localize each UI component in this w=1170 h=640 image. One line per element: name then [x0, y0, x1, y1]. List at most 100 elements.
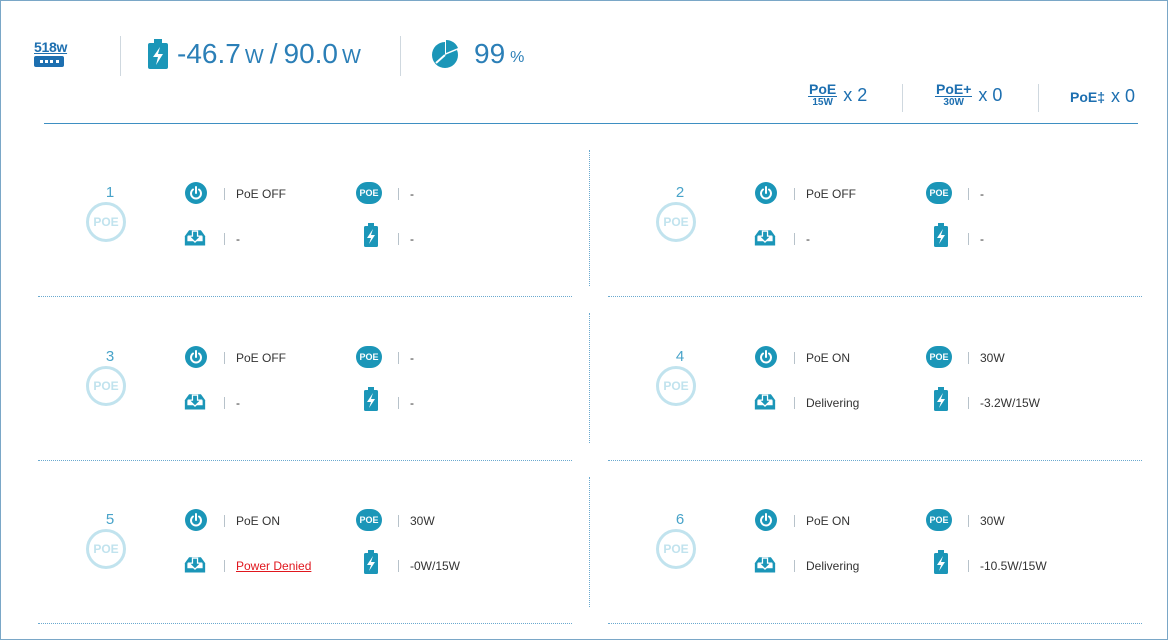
field-separator [968, 352, 969, 364]
poe-icon: POE [356, 346, 382, 368]
port-card[interactable]: 6 POE PoE ON POE 30W Delivering -10.5W/1… [610, 477, 1150, 627]
field-separator [398, 515, 399, 527]
port-card[interactable]: 1 POE PoE OFF POE - - - [40, 150, 580, 300]
field-separator [794, 188, 795, 200]
poe-15w-icon: PoE 15W [808, 81, 838, 108]
field-separator [224, 188, 225, 200]
grid-divider [589, 477, 590, 607]
download-tray-icon [754, 226, 776, 248]
download-tray-icon [754, 553, 776, 575]
port-card[interactable]: 4 POE PoE ON POE 30W Delivering -3.2W/15… [610, 314, 1150, 464]
poe-class: 30W [980, 351, 1005, 365]
power-used: -46.7 [177, 38, 241, 69]
power-icon [185, 182, 207, 204]
header-divider [120, 36, 121, 76]
model-label: 518w [34, 39, 68, 55]
field-separator [968, 397, 969, 409]
port-number: 2 [675, 184, 685, 201]
field-separator [398, 397, 399, 409]
delivery-status: - [236, 232, 240, 246]
poe-class: 30W [410, 514, 435, 528]
battery-bolt-icon [360, 550, 382, 574]
delivery-status: - [236, 396, 240, 410]
power-icon [185, 346, 207, 368]
port-number: 1 [105, 184, 115, 201]
port-card[interactable]: 5 POE PoE ON POE 30W Power Denied -0W/15… [40, 477, 580, 627]
grid-divider [589, 150, 590, 286]
field-separator [398, 352, 399, 364]
delivery-status: Delivering [806, 559, 860, 573]
poe-summary-header: 518w -46.7 W / 90.0 W 99 % PoE 15W x 2 P… [0, 0, 1170, 125]
field-separator [968, 515, 969, 527]
power-draw: -0W/15W [410, 559, 461, 573]
power-budget: 90.0 [283, 38, 339, 69]
download-tray-icon [184, 390, 206, 412]
delivery-status: Delivering [806, 396, 860, 410]
download-tray-icon [184, 226, 206, 248]
legend-poe-count: x 2 [843, 84, 868, 105]
poe-class: - [980, 187, 984, 201]
poe-state: PoE ON [236, 514, 281, 528]
legend-poe: PoE 15W x 2 [808, 82, 867, 108]
port-number: 5 [105, 511, 115, 528]
poe-icon: POE [926, 346, 952, 368]
legend-poe-plus-count: x 0 [978, 84, 1003, 105]
power-draw: - [410, 396, 414, 410]
grid-divider [589, 313, 590, 443]
delivery-status: - [806, 232, 810, 246]
header-divider [902, 84, 903, 112]
port-card[interactable]: 3 POE PoE OFF POE - - - [40, 314, 580, 464]
switch-model: 518w [34, 40, 67, 67]
poe-icon: POE [356, 509, 382, 531]
poe-class: - [410, 351, 414, 365]
field-separator [794, 515, 795, 527]
field-separator [968, 188, 969, 200]
poe-state: PoE OFF [236, 187, 287, 201]
field-separator [794, 560, 795, 572]
power-draw: - [980, 232, 984, 246]
legend-poe-plus: PoE+ 30W x 0 [935, 82, 1002, 108]
power-budget-unit: W [342, 45, 361, 68]
port-card[interactable]: 2 POE PoE OFF POE - - - [610, 150, 1150, 300]
header-divider [400, 36, 401, 76]
power-consumption: -46.7 W / 90.0 W [147, 38, 367, 70]
legend-poe-plus-plus: PoE‡ x 0 [1070, 86, 1135, 107]
poe-state: PoE OFF [236, 351, 287, 365]
power-icon [755, 509, 777, 531]
field-separator [398, 560, 399, 572]
field-separator [398, 233, 399, 245]
download-tray-icon [754, 390, 776, 412]
battery-bolt-icon [360, 223, 382, 247]
power-icon [185, 509, 207, 531]
power-used-unit: W [244, 45, 264, 68]
battery-bolt-icon [360, 387, 382, 411]
poe-port-icon: POE [656, 202, 696, 242]
usage-percent: 99 [474, 38, 506, 69]
legend-poe-plus-plus-count: x 0 [1111, 86, 1136, 106]
delivery-status[interactable]: Power Denied [236, 559, 311, 573]
poe-port-icon: POE [86, 366, 126, 406]
poe-icon: POE [926, 182, 952, 204]
poe-port-icon: POE [656, 366, 696, 406]
switch-icon [34, 56, 64, 67]
power-draw: -10.5W/15W [980, 559, 1047, 573]
power-draw: -3.2W/15W [980, 396, 1041, 410]
power-draw: - [410, 232, 414, 246]
power-separator: / [269, 38, 278, 69]
header-divider [1038, 84, 1039, 112]
port-number: 6 [675, 511, 685, 528]
poe-icon: POE [356, 182, 382, 204]
battery-bolt-icon [148, 39, 168, 69]
poe-plus-30w-icon: PoE+ 30W [935, 81, 973, 108]
field-separator [968, 233, 969, 245]
field-separator [224, 352, 225, 364]
field-separator [794, 352, 795, 364]
port-number: 4 [675, 348, 685, 365]
battery-bolt-icon [930, 223, 952, 247]
poe-state: PoE ON [806, 514, 851, 528]
poe-plus-plus-icon: PoE‡ [1070, 88, 1106, 105]
poe-class: - [410, 187, 414, 201]
field-separator [224, 515, 225, 527]
poe-state: PoE ON [806, 351, 851, 365]
power-usage: 99 % [430, 38, 524, 70]
